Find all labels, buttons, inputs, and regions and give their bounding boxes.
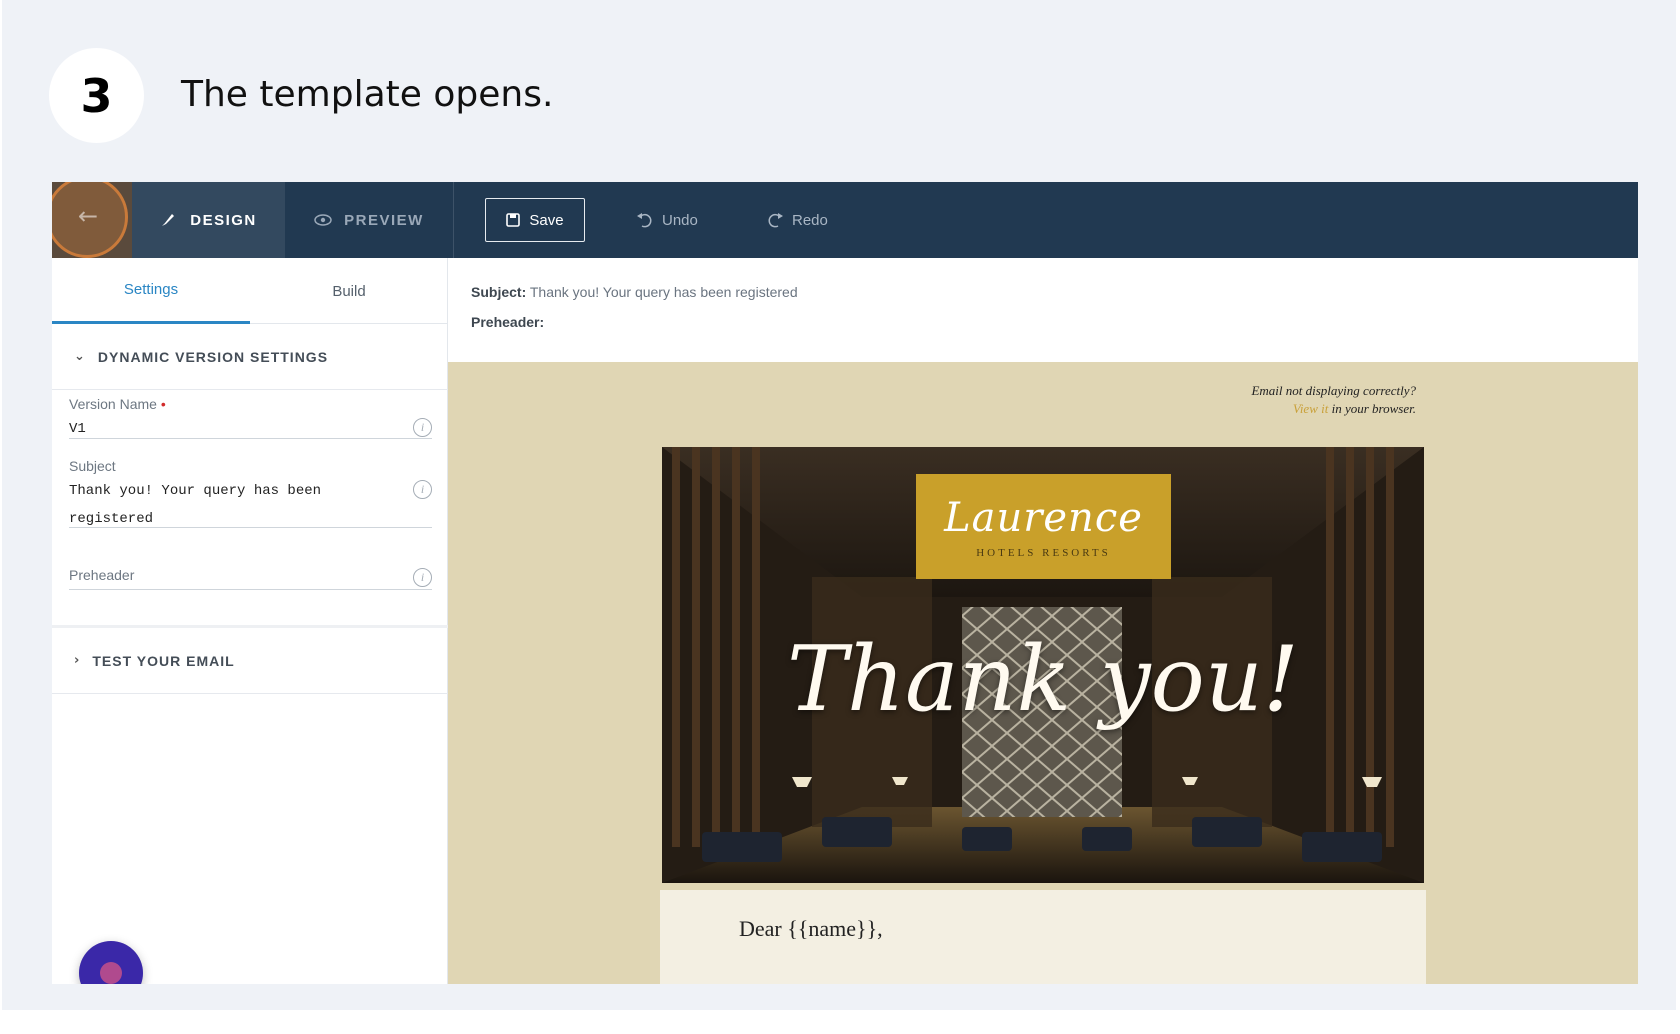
save-icon [506, 213, 521, 227]
email-editor-app: ← DESIGN PREVIEW Save Undo Redo Settings… [52, 182, 1638, 984]
hero-image[interactable]: Laurence HOTELS RESORTS Thank you! [662, 447, 1424, 883]
tab-design[interactable]: DESIGN [132, 182, 285, 258]
subject-field[interactable]: Thank you! Your query has been registere… [69, 477, 409, 533]
save-label: Save [529, 211, 564, 229]
save-button[interactable]: Save [485, 198, 585, 242]
subject-label: Subject [69, 458, 116, 474]
undo-icon [637, 213, 652, 228]
dynamic-version-settings-header[interactable]: ⌄ DYNAMIC VERSION SETTINGS [52, 324, 448, 390]
toolbar-divider [453, 182, 454, 258]
email-preview-area: Subject: Thank you! Your query has been … [448, 258, 1638, 984]
chevron-right-icon: › [74, 653, 81, 668]
tab-settings[interactable]: Settings [52, 258, 250, 324]
field-underline [69, 527, 432, 528]
hero-title: Thank you! [787, 627, 1299, 732]
subject-line: Subject: Thank you! Your query has been … [471, 284, 798, 300]
email-meta: Subject: Thank you! Your query has been … [448, 258, 1638, 362]
tab-build[interactable]: Build [250, 258, 448, 324]
version-name-label: Version Name • [69, 396, 166, 412]
laurence-logo: Laurence HOTELS RESORTS [916, 474, 1171, 579]
view-in-browser-link[interactable]: View it [1293, 401, 1329, 416]
preheader-line: Preheader: [471, 314, 545, 330]
settings-panel: Settings Build ⌄ DYNAMIC VERSION SETTING… [52, 258, 448, 984]
tab-design-label: DESIGN [190, 211, 257, 229]
undo-button[interactable]: Undo [636, 204, 698, 236]
preheader-field[interactable]: Preheader [69, 567, 134, 583]
step-caption: The template opens. [181, 74, 554, 115]
eye-icon [314, 214, 332, 226]
arrow-left-icon: ← [78, 202, 99, 230]
tab-preview[interactable]: PREVIEW [285, 182, 453, 258]
browser-notice: Email not displaying correctly? View it … [1251, 383, 1416, 416]
field-underline [69, 589, 432, 590]
redo-icon [768, 213, 783, 228]
test-your-email-header[interactable]: › TEST YOUR EMAIL [52, 628, 448, 694]
undo-label: Undo [662, 211, 698, 229]
chevron-down-icon: ⌄ [74, 349, 86, 364]
brush-icon [162, 214, 175, 226]
tab-preview-label: PREVIEW [344, 211, 424, 229]
panel-tabs: Settings Build [52, 258, 448, 324]
info-icon[interactable]: i [413, 480, 432, 499]
chat-icon [100, 962, 122, 984]
field-underline [69, 438, 432, 439]
info-icon[interactable]: i [413, 568, 432, 587]
redo-label: Redo [792, 211, 828, 229]
section-title: TEST YOUR EMAIL [92, 652, 235, 669]
tutorial-frame: 3 The template opens. ← DESIGN PREVIEW S… [2, 0, 1676, 1010]
greeting-text: Dear {{name}}, [739, 916, 883, 941]
step-number-badge: 3 [49, 48, 144, 143]
top-toolbar: ← DESIGN PREVIEW Save Undo Redo [52, 182, 1638, 258]
chat-launcher-button[interactable] [79, 941, 143, 984]
back-button[interactable]: ← [52, 182, 132, 258]
email-canvas: Email not displaying correctly? View it … [448, 362, 1638, 984]
info-icon[interactable]: i [413, 418, 432, 437]
section-title: DYNAMIC VERSION SETTINGS [97, 348, 329, 365]
redo-button[interactable]: Redo [766, 204, 828, 236]
email-body-block[interactable]: Dear {{name}}, [660, 890, 1426, 984]
